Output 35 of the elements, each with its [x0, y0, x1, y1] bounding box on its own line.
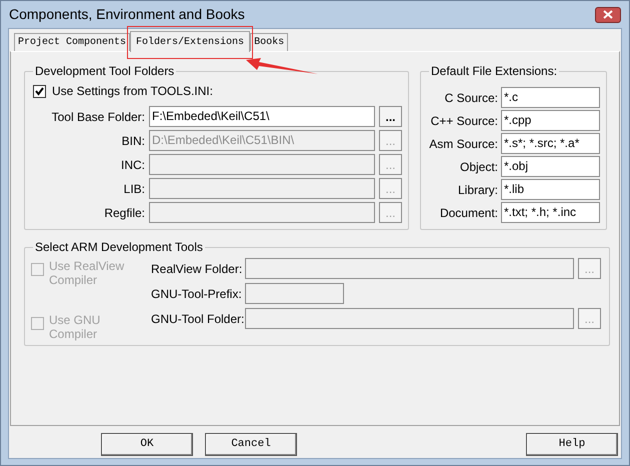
input-field[interactable]: *.txt; *.h; *.inc — [501, 202, 600, 223]
field-label: Object: — [458, 158, 499, 176]
input-field[interactable]: F:\Embeded\Keil\C51\ — [149, 106, 375, 127]
input-field[interactable]: *.c — [501, 87, 600, 108]
field-label: LIB: — [122, 180, 146, 198]
field-label: GNU-Tool Folder: — [151, 310, 245, 328]
group-title: Development Tool Folders — [34, 63, 176, 80]
dialog-button[interactable]: OK — [101, 433, 193, 456]
field-label: RealView Folder: — [151, 260, 244, 278]
input-field[interactable]: *.cpp — [501, 110, 600, 131]
group-title: Select ARM Development Tools — [34, 239, 204, 256]
input-field[interactable]: *.s*; *.src; *.a* — [501, 133, 600, 154]
input-field[interactable]: *.lib — [501, 179, 600, 200]
checkbox-label: Use GNU Compiler — [49, 313, 102, 341]
tab[interactable]: Project Components — [14, 33, 130, 51]
field-label: INC: — [120, 156, 146, 174]
field-label: GNU-Tool-Prefix: — [151, 286, 243, 302]
group-title: Default File Extensions: — [430, 63, 558, 80]
field-label: Asm Source: — [428, 136, 499, 152]
field-label: Regfile: — [103, 204, 146, 222]
field-label: Tool Base Folder: — [50, 108, 146, 126]
checkbox-label: Use RealView Compiler — [49, 259, 126, 287]
field-label: C++ Source: — [430, 112, 499, 130]
checkbox-label: Use Settings from TOOLS.INI: — [52, 83, 213, 100]
window-title: Components, Environment and Books — [9, 5, 245, 24]
dialog-button[interactable]: Cancel — [205, 433, 297, 456]
field-label: C Source: — [444, 90, 499, 106]
input-field[interactable]: *.obj — [501, 156, 600, 177]
tab[interactable]: Folders/Extensions — [130, 31, 250, 52]
field-label: Library: — [456, 182, 499, 198]
field-label: BIN: — [120, 132, 146, 150]
tab[interactable]: Books — [250, 33, 288, 51]
field-label: Document: — [438, 204, 499, 222]
browse-button[interactable]: ... — [379, 106, 402, 127]
dialog-button[interactable]: Help — [526, 433, 618, 456]
